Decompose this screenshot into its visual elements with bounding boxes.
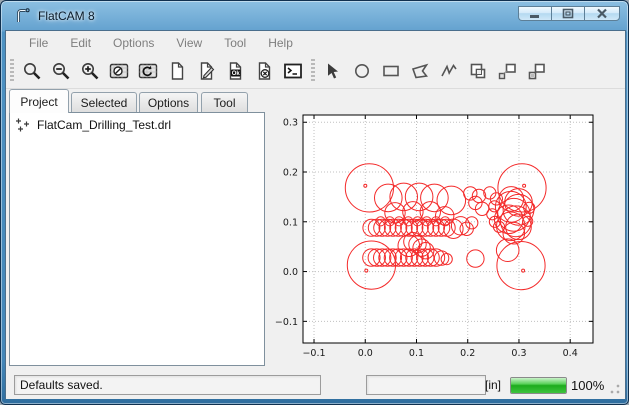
- progress-bar: [510, 377, 567, 394]
- replot-button[interactable]: [133, 57, 162, 86]
- move-objects-button[interactable]: [521, 57, 550, 86]
- clear-plot-button[interactable]: [104, 57, 133, 86]
- toolbar: Ok: [6, 54, 625, 89]
- tab-label: Options: [148, 96, 189, 110]
- zoom-out-icon: [51, 61, 71, 81]
- zoom-in-icon: [80, 61, 100, 81]
- tab-label: Selected: [81, 96, 128, 110]
- select-icon: [323, 61, 343, 81]
- copy-objects-button[interactable]: [492, 57, 521, 86]
- svg-text:0.0: 0.0: [283, 267, 298, 278]
- units-label: [in]: [485, 378, 501, 392]
- add-polygon-button[interactable]: [405, 57, 434, 86]
- progress-fill: [511, 378, 566, 393]
- menu-item-help[interactable]: Help: [257, 33, 304, 53]
- menu-item-view[interactable]: View: [165, 33, 213, 53]
- add-path-icon: [439, 61, 459, 81]
- maximize-icon: [562, 8, 574, 19]
- toolbar-handle[interactable]: [311, 59, 315, 83]
- menu-item-edit[interactable]: Edit: [59, 33, 102, 53]
- update-geometry-ok-button[interactable]: Ok: [220, 57, 249, 86]
- flatcam-logo-icon: [14, 7, 32, 25]
- add-circle-button[interactable]: [347, 57, 376, 86]
- menu-bar: FileEditOptionsViewToolHelp: [6, 32, 625, 54]
- polygon-union-button[interactable]: [463, 57, 492, 86]
- plot-figure: −0.1 0.0 0.1 0.2 0.3 0.4 −0.1 0.0 0.1 0.2 0.3: [269, 93, 618, 369]
- drill-file-icon: [15, 117, 31, 133]
- progress-percent-label: 100%: [571, 378, 604, 393]
- maximize-button[interactable]: [551, 6, 584, 21]
- replot-icon: [138, 61, 158, 81]
- svg-text:0.3: 0.3: [511, 348, 526, 359]
- edit-geometry-button[interactable]: [191, 57, 220, 86]
- minimize-icon: [529, 9, 541, 19]
- plot-axes: [303, 115, 593, 343]
- new-geometry-button[interactable]: [162, 57, 191, 86]
- minimize-button[interactable]: [518, 6, 551, 21]
- edit-geometry-icon: [196, 61, 216, 81]
- tab-options[interactable]: Options: [139, 92, 198, 113]
- add-rectangle-icon: [381, 61, 401, 81]
- svg-text:0.2: 0.2: [460, 348, 475, 359]
- tab-selected[interactable]: Selected: [71, 92, 137, 113]
- polygon-union-icon: [468, 61, 488, 81]
- add-rectangle-button[interactable]: [376, 57, 405, 86]
- svg-text:0.4: 0.4: [563, 348, 578, 359]
- svg-text:0.0: 0.0: [358, 348, 373, 359]
- zoom-out-button[interactable]: [46, 57, 75, 86]
- svg-text:0.1: 0.1: [409, 348, 424, 359]
- zoom-fit-button[interactable]: [17, 57, 46, 86]
- svg-text:Ok: Ok: [231, 71, 240, 77]
- toolbar-handle[interactable]: [10, 59, 14, 83]
- menu-item-tool[interactable]: Tool: [213, 33, 257, 53]
- add-polygon-icon: [410, 61, 430, 81]
- svg-text:0.1: 0.1: [283, 217, 298, 228]
- tree-item-drill-file[interactable]: FlatCam_Drilling_Test.drl: [10, 113, 264, 135]
- cancel-edit-button[interactable]: [249, 57, 278, 86]
- shell-icon: [283, 61, 303, 81]
- svg-text:0.2: 0.2: [283, 168, 298, 179]
- svg-text:0.3: 0.3: [283, 118, 298, 129]
- window-title: FlatCAM 8: [38, 9, 95, 23]
- new-geometry-icon: [167, 61, 187, 81]
- menu-item-options[interactable]: Options: [102, 33, 165, 53]
- shell-button[interactable]: [278, 57, 307, 86]
- tree-item-label: FlatCam_Drilling_Test.drl: [37, 118, 171, 132]
- tab-project[interactable]: Project: [9, 89, 69, 113]
- zoom-in-button[interactable]: [75, 57, 104, 86]
- zoom-fit-icon: [22, 61, 42, 81]
- add-circle-icon: [352, 61, 372, 81]
- close-icon: [596, 8, 608, 19]
- clear-plot-icon: [109, 61, 129, 81]
- tab-label: Tool: [213, 96, 235, 110]
- status-message-field: Defaults saved.: [14, 375, 321, 395]
- cancel-edit-icon: [254, 61, 274, 81]
- flatcam-window: FlatCAM 8 FileEditOptionsViewToolHelp Ok…: [0, 0, 629, 405]
- status-message: Defaults saved.: [20, 378, 103, 392]
- copy-objects-icon: [497, 61, 517, 81]
- update-geometry-ok-icon: Ok: [225, 61, 245, 81]
- close-button[interactable]: [584, 6, 620, 21]
- plot-canvas[interactable]: −0.1 0.0 0.1 0.2 0.3 0.4 −0.1 0.0 0.1 0.2 0.3: [269, 93, 618, 369]
- project-tree[interactable]: FlatCam_Drilling_Test.drl: [9, 112, 265, 366]
- tab-label: Project: [20, 95, 57, 109]
- svg-text:−0.1: −0.1: [302, 348, 325, 359]
- tab-tool[interactable]: Tool: [201, 92, 248, 113]
- window-controls: [518, 6, 620, 21]
- menu-item-file[interactable]: File: [18, 33, 59, 53]
- move-objects-icon: [526, 61, 546, 81]
- resize-grip[interactable]: [609, 383, 621, 395]
- status-position-field: [366, 375, 486, 395]
- add-path-button[interactable]: [434, 57, 463, 86]
- select-button[interactable]: [318, 57, 347, 86]
- title-bar[interactable]: FlatCAM 8: [1, 1, 628, 31]
- status-bar: Defaults saved. [in] 100%: [6, 371, 625, 399]
- svg-text:−0.1: −0.1: [275, 317, 298, 328]
